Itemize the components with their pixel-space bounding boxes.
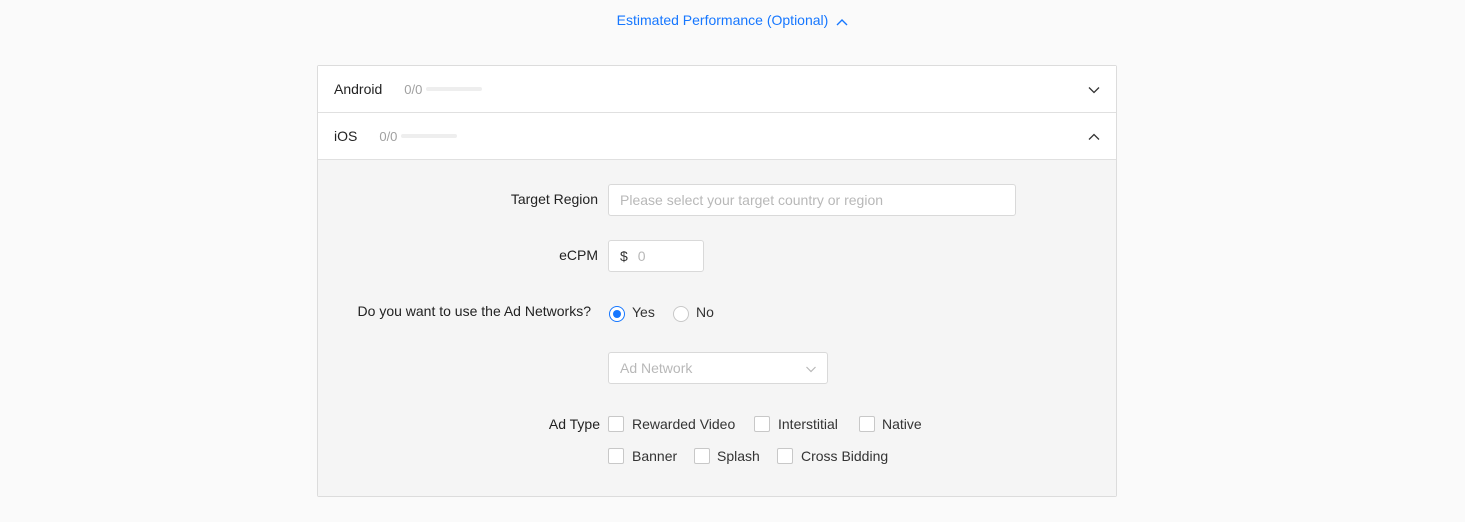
target-region-input[interactable]: Please select your target country or reg… xyxy=(608,184,1016,216)
checkbox-splash[interactable] xyxy=(694,448,710,464)
platform-name: iOS xyxy=(334,128,358,144)
radio-yes-label: Yes xyxy=(632,304,655,320)
radio-yes[interactable] xyxy=(609,306,625,322)
ad-type-label: Ad Type xyxy=(548,416,600,432)
platform-progress-bar xyxy=(401,134,458,138)
ad-networks-label: Do you want to use the Ad Networks? xyxy=(357,303,591,319)
chevron-down-icon[interactable] xyxy=(1088,83,1100,95)
platform-panel: Android 0/0 iOS 0/0 Target Region Please… xyxy=(317,65,1117,497)
platform-count: 0/0 xyxy=(404,81,423,97)
checkbox-banner-label: Banner xyxy=(632,448,678,464)
radio-no[interactable] xyxy=(673,306,689,322)
ios-settings-body: Target Region Please select your target … xyxy=(318,160,1116,496)
platform-row-ios[interactable]: iOS 0/0 xyxy=(318,113,1116,160)
platform-count: 0/0 xyxy=(379,128,398,144)
target-region-placeholder: Please select your target country or reg… xyxy=(620,192,884,208)
ecpm-placeholder: 0 xyxy=(637,248,646,264)
currency-prefix: $ xyxy=(620,248,628,264)
estimated-performance-label: Estimated Performance (Optional) xyxy=(616,12,829,28)
checkbox-rewarded-video[interactable] xyxy=(608,416,624,432)
checkbox-cross-bidding-label: Cross Bidding xyxy=(801,448,889,464)
checkbox-banner[interactable] xyxy=(608,448,624,464)
checkbox-splash-label: Splash xyxy=(717,448,760,464)
checkbox-rewarded-video-label: Rewarded Video xyxy=(632,416,736,432)
ecpm-label: eCPM xyxy=(559,247,598,263)
checkbox-native-label: Native xyxy=(882,416,922,432)
checkbox-native[interactable] xyxy=(859,416,875,432)
ad-network-select[interactable]: Ad Network xyxy=(608,352,828,384)
platform-row-android[interactable]: Android 0/0 xyxy=(318,66,1116,113)
target-region-label: Target Region xyxy=(510,191,598,207)
checkbox-interstitial[interactable] xyxy=(754,416,770,432)
checkbox-interstitial-label: Interstitial xyxy=(778,416,838,432)
ad-network-placeholder: Ad Network xyxy=(620,360,693,376)
platform-name: Android xyxy=(334,81,383,97)
platform-progress-bar xyxy=(426,87,483,91)
chevron-up-icon xyxy=(836,13,848,29)
radio-no-label: No xyxy=(696,304,714,320)
checkbox-cross-bidding[interactable] xyxy=(777,448,793,464)
ecpm-input[interactable]: $ 0 xyxy=(608,240,704,272)
estimated-performance-toggle[interactable]: Estimated Performance (Optional) xyxy=(0,12,1465,29)
chevron-up-icon[interactable] xyxy=(1088,130,1100,142)
chevron-down-icon xyxy=(805,362,817,374)
